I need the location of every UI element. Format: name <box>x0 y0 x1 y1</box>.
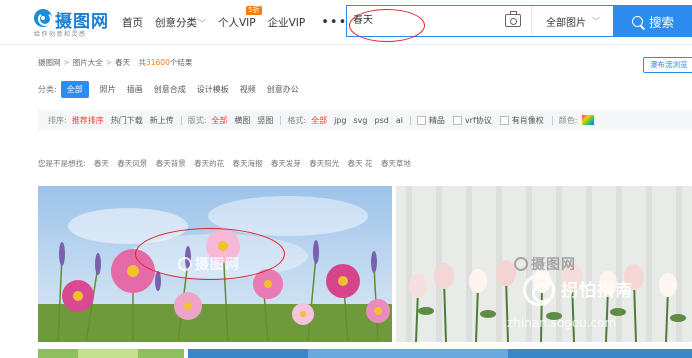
sort-label: 排序: <box>48 115 67 125</box>
search-icon <box>631 15 643 27</box>
divider <box>280 115 282 125</box>
checkbox-icon <box>416 115 426 125</box>
category-filter: 分类: 全部 照片 插画 创意合成 设计模板 视频 创意办公 <box>38 80 310 98</box>
divider <box>409 115 411 125</box>
related-term[interactable]: 春天风景 <box>117 159 147 168</box>
related-term[interactable]: 春天 花 <box>348 159 373 168</box>
format-label: 格式: <box>287 115 307 125</box>
related-label: 您是不是想找: <box>38 159 86 168</box>
layout-label: 版式: <box>187 115 207 125</box>
search-input[interactable] <box>353 13 503 24</box>
search-bar: 全部图片﹀ 搜索 <box>346 5 692 37</box>
search-category-select[interactable]: 全部图片 ﹀ <box>533 6 613 36</box>
color-label: 颜色: <box>558 115 578 125</box>
image-watermark: 摄图网 <box>514 254 576 274</box>
partial-image-left <box>38 349 184 358</box>
result-count: 31600 <box>145 58 170 67</box>
sort-newest[interactable]: 新上传 <box>150 115 174 126</box>
checkbox-icon <box>499 115 509 125</box>
related-term[interactable]: 春天阳光 <box>309 159 339 168</box>
category-photo[interactable]: 照片 <box>100 84 116 95</box>
category-creative[interactable]: 创意合成 <box>154 84 186 95</box>
filter-premium[interactable]: 精品 <box>416 115 445 126</box>
category-template[interactable]: 设计模板 <box>197 84 229 95</box>
format-ai[interactable]: ai <box>396 116 403 125</box>
nav-enterprise-vip[interactable]: 企业VIP <box>268 15 306 30</box>
format-jpg[interactable]: jpg <box>334 116 346 125</box>
category-illustration[interactable]: 插画 <box>127 84 143 95</box>
breadcrumb-current: 春天 <box>115 58 131 67</box>
result-image-cosmos[interactable]: 摄图网 <box>38 186 392 342</box>
partial-image-right <box>188 349 692 358</box>
format-psd[interactable]: psd <box>374 116 388 125</box>
related-term[interactable]: 春天发芽 <box>271 159 301 168</box>
nav-creative-categories[interactable]: 创意分类﹀ <box>155 15 206 30</box>
nav-personal-vip[interactable]: 个人VIP 5折 <box>218 5 262 30</box>
related-term[interactable]: 春天海报 <box>232 159 262 168</box>
format-svg[interactable]: svg <box>354 116 368 125</box>
related-term[interactable]: 春天背景 <box>156 159 186 168</box>
site-logo[interactable]: 摄图网 给你创意和灵感 <box>34 8 114 38</box>
divider <box>551 115 553 125</box>
related-term[interactable]: 春天的花 <box>194 159 224 168</box>
related-term[interactable]: 春天 <box>94 159 109 168</box>
category-all[interactable]: 全部 <box>60 80 89 98</box>
logo-mark-icon <box>34 9 52 27</box>
category-video[interactable]: 视频 <box>240 84 256 95</box>
color-picker-icon[interactable] <box>582 115 595 125</box>
top-header: 摄图网 给你创意和灵感 首页 创意分类﹀ 个人VIP5折 企业VIP ••• 全… <box>0 0 692 44</box>
search-divider <box>531 6 532 36</box>
chevron-down-icon: ﹀ <box>198 18 206 28</box>
category-label: 分类: <box>38 84 57 94</box>
sort-filter-bar: 排序: 推荐排序 热门下载 新上传 版式: 全部 横图 竖图 格式: 全部 jp… <box>38 110 692 130</box>
logo-slogan: 给你创意和灵感 <box>34 31 87 38</box>
filter-vrf[interactable]: vrf协议 <box>452 115 492 126</box>
layout-all[interactable]: 全部 <box>211 115 227 126</box>
main-nav: 首页 创意分类﹀ 个人VIP 5折 企业VIP ••• <box>122 5 347 30</box>
filter-portrait-rights[interactable]: 有肖像权 <box>499 115 544 126</box>
related-term[interactable]: 春天草地 <box>381 159 411 168</box>
result-image-partial-right[interactable] <box>188 346 692 358</box>
waterfall-view-button[interactable]: 瀑布流浏览 <box>643 57 692 73</box>
breadcrumb-gallery[interactable]: 图片大全 <box>73 58 103 67</box>
header-divider <box>0 44 692 45</box>
breadcrumb: 摄图网 > 图片大全 > 春天 共31600个结果 <box>38 58 193 67</box>
category-office[interactable]: 创意办公 <box>267 84 299 95</box>
layout-vertical[interactable]: 竖图 <box>257 115 273 126</box>
discount-badge: 5折 <box>246 5 262 15</box>
result-image-roses[interactable]: 摄图网 <box>396 186 692 342</box>
more-menu-icon[interactable]: ••• <box>321 15 347 30</box>
checkbox-icon <box>452 115 462 125</box>
nav-home[interactable]: 首页 <box>122 15 143 30</box>
sort-recommended[interactable]: 推荐排序 <box>72 115 104 126</box>
breadcrumb-home[interactable]: 摄图网 <box>38 58 61 67</box>
related-searches: 您是不是想找: 春天 春天风景 春天背景 春天的花 春天海报 春天发芽 春天阳光… <box>38 158 417 169</box>
sort-popular[interactable]: 热门下载 <box>111 115 143 126</box>
result-prefix: 共 <box>138 58 146 67</box>
camera-search-icon[interactable] <box>505 11 521 27</box>
image-watermark: 摄图网 <box>178 254 240 274</box>
result-image-partial-left[interactable] <box>38 346 184 358</box>
format-all[interactable]: 全部 <box>311 115 327 126</box>
result-suffix: 个结果 <box>169 58 193 67</box>
layout-horizontal[interactable]: 横图 <box>234 115 250 126</box>
divider <box>180 115 182 125</box>
search-button[interactable]: 搜索 <box>613 5 692 37</box>
chevron-down-icon: ﹀ <box>592 16 600 26</box>
